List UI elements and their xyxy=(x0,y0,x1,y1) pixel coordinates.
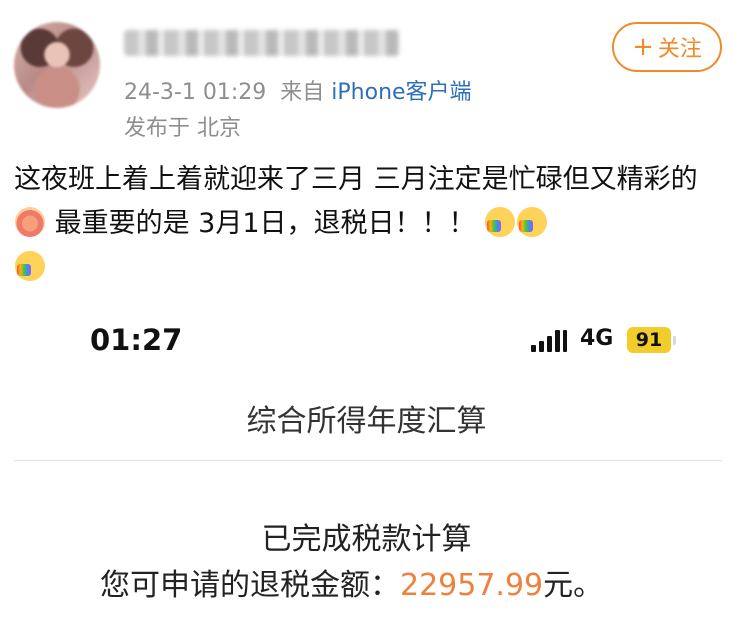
post-meta: 24-3-1 01:29 来自 iPhone客户端 xyxy=(124,74,472,106)
kiss-rainbow-icon xyxy=(485,207,516,237)
post-text-1: 这夜班上着上着就迎来了三月 三月注定是忙碌但又精彩的 xyxy=(14,164,698,195)
kiss-rainbow-icon xyxy=(517,207,548,237)
signal-icon xyxy=(531,330,569,352)
post-location: 发布于 北京 xyxy=(124,116,241,141)
post-text-2: 最重要的是 3月1日，退税日！！！ xyxy=(46,208,485,239)
follow-button[interactable]: + 关注 xyxy=(612,22,722,72)
follow-label: 关注 xyxy=(657,37,702,62)
plus-icon: + xyxy=(632,32,654,62)
refund-label: 您可申请的退税金额： xyxy=(100,568,400,603)
status-bar-time: 01:27 xyxy=(90,323,183,357)
from-label: 来自 xyxy=(280,80,325,105)
post-timestamp: 24-3-1 01:29 xyxy=(124,80,267,105)
refund-line: 您可申请的退税金额：22957.99元。 xyxy=(100,560,603,604)
battery-level: 91 xyxy=(635,329,663,351)
post-body: 这夜班上着上着就迎来了三月 三月注定是忙碌但又精彩的 最重要的是 3月1日，退税… xyxy=(14,158,714,290)
page-title: 综合所得年度汇算 xyxy=(246,404,487,439)
refund-amount: 22957.99 xyxy=(400,568,544,603)
flower-face-icon xyxy=(15,207,45,237)
divider xyxy=(14,460,722,461)
battery-icon: 91 xyxy=(627,327,676,353)
avatar[interactable] xyxy=(14,22,100,108)
source-link[interactable]: iPhone客户端 xyxy=(331,80,471,105)
calculation-status: 已完成税款计算 xyxy=(261,522,472,557)
network-type: 4G xyxy=(580,326,614,351)
username-blurred[interactable] xyxy=(124,30,400,56)
refund-unit: 元。 xyxy=(543,568,604,603)
kiss-rainbow-icon xyxy=(15,251,45,281)
